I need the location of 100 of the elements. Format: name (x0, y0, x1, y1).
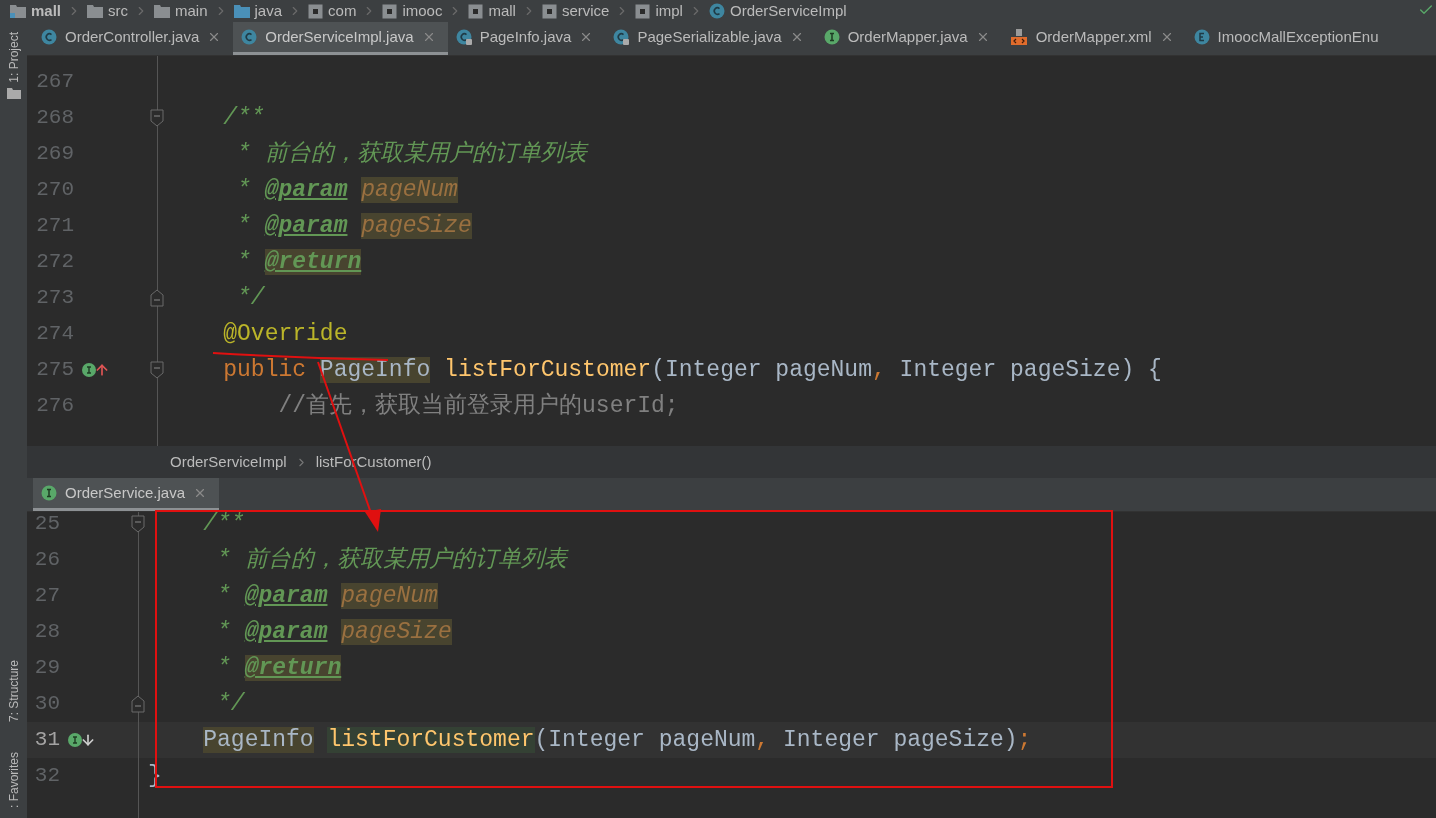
breadcrumb-item[interactable]: service (561, 0, 610, 23)
line-number: 28 (33, 619, 60, 646)
doc-parameter: pageNum (361, 177, 458, 203)
code-text: PageInfo (319, 357, 431, 383)
method-name: listForCustomer (327, 727, 535, 753)
editor-tab[interactable]: OrderMapper.xml (1001, 22, 1186, 55)
annotation: @Override (223, 321, 348, 347)
package-icon (541, 3, 557, 19)
doc-tag: @param (244, 619, 328, 645)
tool-window-button[interactable]: 7: Structure (4, 659, 23, 722)
line-number: 269 (35, 141, 74, 168)
breadcrumb-item[interactable]: mall (488, 0, 516, 23)
editor-tab[interactable]: OrderMapper.java (815, 22, 1002, 55)
line-number: 267 (35, 69, 74, 96)
keyword: public (223, 357, 307, 383)
package-icon (382, 3, 398, 19)
doc-comment: * 前台的，获取某用户的订单列表 (217, 547, 567, 573)
doc-tag: @param (244, 583, 328, 609)
doc-tag: @param (264, 213, 348, 239)
class-icon (708, 3, 725, 19)
code-text: (Integer pageNum (651, 357, 872, 383)
tool-window-button[interactable]: 1: Project (4, 32, 23, 83)
breadcrumb-item[interactable]: OrderServiceImpl (729, 0, 847, 23)
breadcrumb-item[interactable]: main (175, 0, 208, 23)
editor-tab[interactable]: OrderService.java (33, 478, 220, 511)
interface-icon (41, 485, 57, 501)
locked-class-icon (455, 29, 472, 45)
doc-tag: @return (244, 655, 342, 681)
package-icon (635, 3, 651, 19)
folder-icon (87, 4, 103, 18)
doc-parameter: pageNum (341, 583, 438, 609)
doc-parameter: pageSize (361, 213, 472, 239)
fold-icon[interactable] (131, 695, 145, 713)
xml-file-icon (1009, 28, 1028, 46)
code-text: Integer pageSize) (782, 727, 1018, 753)
breadcrumb-item[interactable]: impl (655, 0, 683, 23)
punctuation: ; (1017, 727, 1032, 753)
line-number: 268 (35, 105, 74, 132)
breadcrumb-item[interactable]: com (328, 0, 357, 23)
line-number: 272 (35, 249, 74, 276)
doc-comment: */ (217, 691, 245, 717)
line-number: 276 (35, 393, 74, 420)
breadcrumb-item[interactable]: imooc (402, 0, 443, 23)
editor-tab[interactable]: PageSerializable.java (605, 22, 816, 55)
line-number: 270 (35, 177, 74, 204)
doc-comment: * (237, 177, 251, 203)
breadcrumb-item[interactable]: src (108, 0, 128, 23)
editor-tab[interactable]: ImoocMallExceptionEnu (1185, 22, 1391, 55)
folder-icon (233, 4, 250, 18)
doc-comment: * (217, 619, 231, 645)
folder-icon (10, 4, 26, 18)
fold-icon[interactable] (150, 109, 164, 127)
locked-class-icon (613, 29, 630, 45)
implements-marker-icon[interactable] (82, 362, 110, 378)
code-text: PageInfo (203, 727, 314, 753)
doc-comment: * (237, 213, 251, 239)
folder-icon (6, 86, 21, 99)
line-number: 31 (33, 727, 60, 754)
line-number: 274 (35, 321, 74, 348)
folder-icon (154, 4, 170, 18)
fold-icon[interactable] (150, 289, 164, 307)
code-text: Integer pageSize) { (899, 357, 1162, 383)
doc-parameter: pageSize (341, 619, 452, 645)
doc-comment: /** (223, 105, 265, 131)
code-text: (Integer pageNum (534, 727, 756, 753)
doc-comment: /** (203, 512, 245, 537)
doc-comment: * 前台的，获取某用户的订单列表 (237, 141, 587, 167)
fold-icon[interactable] (150, 361, 164, 379)
editor-tab[interactable]: OrderServiceImpl.java (233, 22, 448, 55)
class-icon (41, 29, 57, 45)
line-number: 273 (35, 285, 74, 312)
fold-icon[interactable] (131, 515, 145, 533)
doc-comment: * (217, 655, 231, 681)
punctuation: , (755, 727, 770, 753)
doc-comment: */ (237, 285, 265, 311)
doc-comment: * (237, 249, 251, 275)
line-number: 29 (33, 655, 60, 682)
editor-tab[interactable]: PageInfo.java (447, 22, 606, 55)
tool-window-button[interactable]: : Favorites (4, 752, 23, 808)
line-number: 25 (33, 512, 60, 538)
interface-icon (823, 29, 840, 45)
doc-tag: @return (264, 249, 362, 275)
line-number: 271 (35, 213, 74, 240)
doc-comment: * (217, 583, 231, 609)
line-number: 27 (33, 583, 60, 610)
editor-tab[interactable]: OrderController.java (33, 22, 234, 55)
implemented-marker-icon[interactable] (68, 732, 96, 748)
line-number: 275 (35, 357, 74, 384)
line-number: 26 (33, 547, 60, 574)
package-icon (468, 3, 484, 19)
package-icon (308, 3, 324, 19)
line-number: 30 (33, 691, 60, 718)
breadcrumb-item[interactable]: mall (31, 0, 61, 23)
class-icon (241, 29, 258, 45)
line-number: 32 (33, 763, 60, 790)
navigation-item[interactable]: OrderServiceImpl (170, 450, 287, 474)
doc-tag: @param (264, 177, 348, 203)
breadcrumb-item[interactable]: java (254, 0, 283, 23)
method-name: listForCustomer (444, 357, 652, 383)
punctuation: , (872, 357, 886, 383)
